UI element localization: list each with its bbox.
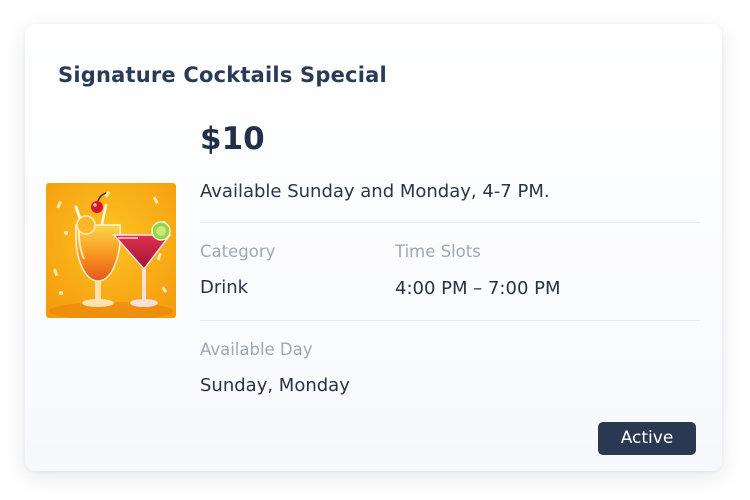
time-slots-value: 4:00 PM – 7:00 PM [395,278,561,299]
available-day-value: Sunday, Monday [200,375,350,396]
offer-description: Available Sunday and Monday, 4-7 PM. [200,181,550,202]
time-slots-label: Time Slots [395,242,481,261]
divider [200,222,700,223]
divider [200,320,700,321]
offer-price: $10 [200,121,265,157]
category-value: Drink [200,277,249,298]
available-day-label: Available Day [200,340,313,359]
cocktails-image [46,183,176,318]
status-badge[interactable]: Active [598,422,696,455]
category-label: Category [200,242,276,261]
offer-title: Signature Cocktails Special [58,63,387,87]
offer-card: Signature Cocktails Special $10 Availabl… [25,24,722,471]
